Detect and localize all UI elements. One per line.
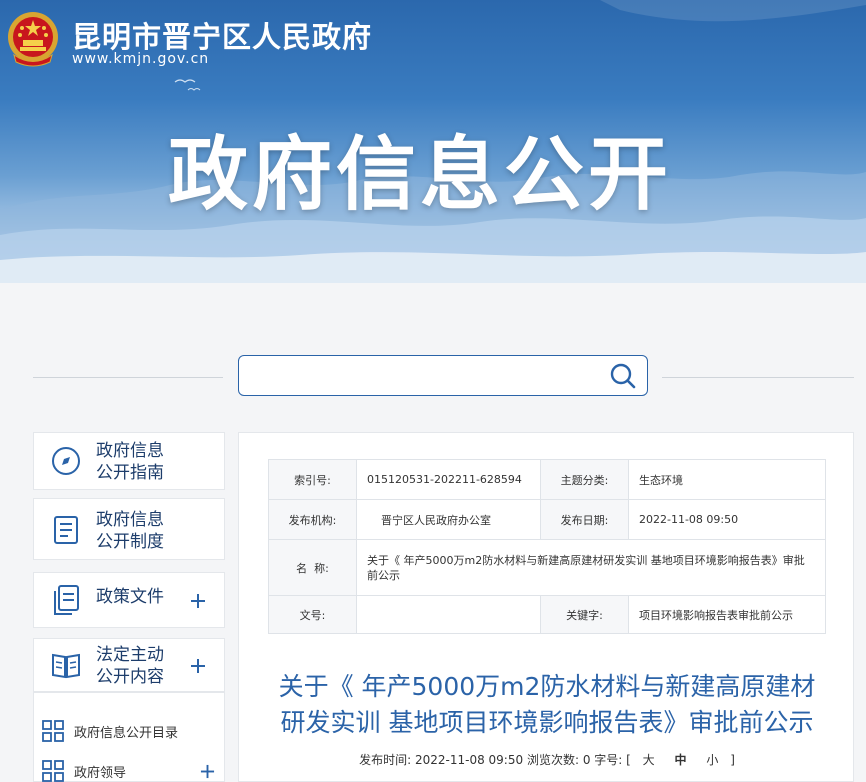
name-value: 关于《 年产5000万m2防水材料与新建高原建材研发实训 基地项目环境影响报告表… <box>356 539 826 596</box>
files-icon <box>54 585 79 615</box>
category-label: 主题分类: <box>540 459 629 500</box>
plus-icon[interactable] <box>200 764 215 779</box>
sidebar-item-label: 政府信息 <box>96 510 164 530</box>
pub-time-value: 2022-11-08 09:50 <box>414 753 524 767</box>
sidebar-item-label: 政府信息 <box>96 441 164 461</box>
doc-no-label: 文号: <box>268 595 357 634</box>
font-size-large-button[interactable]: 大 <box>643 753 655 767</box>
grid-icon <box>42 760 64 782</box>
banner-title: 政府信息公开 <box>168 128 672 221</box>
sidebar-item-label: 法定主动 <box>96 645 164 665</box>
submenu-item-leaders[interactable]: 政府领导 <box>40 759 220 782</box>
search-divider-right <box>662 377 854 378</box>
grid-icon <box>42 720 64 742</box>
article-title-line: 研发实训 基地项目环境影响报告表》审批前公示 <box>280 708 814 737</box>
header-banner: 昆明市晋宁区人民政府 www.kmjn.gov.cn 政府信息公开 <box>0 0 866 283</box>
index-no-value: 015120531-202211-628594 <box>356 459 541 500</box>
plus-icon[interactable] <box>190 593 206 609</box>
article-title-line: 关于《 年产5000万m2防水材料与新建高原建材 <box>278 672 816 701</box>
pub-date-label: 发布日期: <box>540 499 629 540</box>
sidebar-item-label: 政策文件 <box>96 587 164 607</box>
views-label: 浏览次数: <box>526 753 579 767</box>
book-icon <box>52 653 80 679</box>
search-input[interactable] <box>249 362 599 390</box>
font-size-label: 字号: <box>594 753 623 767</box>
publisher-label: 发布机构: <box>268 499 357 540</box>
sidebar-item-policy[interactable]: 政策文件 <box>33 572 225 628</box>
publish-info: 发布时间: 2022-11-08 09:50 浏览次数: 0 字号: [ 大 中… <box>239 751 855 768</box>
bracket-open: [ <box>626 753 631 767</box>
article-panel: 索引号: 015120531-202211-628594 主题分类: 生态环境 … <box>238 432 854 782</box>
search-icon[interactable] <box>609 362 637 390</box>
sidebar-item-label: 公开内容 <box>96 667 164 687</box>
article-title: 关于《 年产5000万m2防水材料与新建高原建材 研发实训 基地项目环境影响报告… <box>259 669 835 741</box>
sidebar-item-label: 公开制度 <box>96 532 164 552</box>
search-divider-left <box>33 377 223 378</box>
views-value: 0 <box>582 753 591 767</box>
submenu-item-catalog[interactable]: 政府信息公开目录 <box>40 719 220 743</box>
publisher-value: 晋宁区人民政府办公室 <box>356 499 541 540</box>
font-size-medium-button[interactable]: 中 <box>675 753 687 767</box>
submenu-item-label: 政府领导 <box>74 766 127 781</box>
site-url[interactable]: www.kmjn.gov.cn <box>72 51 209 67</box>
sidebar-item-label: 公开指南 <box>96 463 164 483</box>
keywords-label: 关键字: <box>540 595 629 634</box>
sidebar-submenu: 政府信息公开目录 政府领导 <box>33 692 225 782</box>
bracket-close: ] <box>730 753 735 767</box>
sidebar-item-system[interactable]: 政府信息 公开制度 <box>33 498 225 560</box>
font-size-small-button[interactable]: 小 <box>706 753 718 767</box>
submenu-item-label: 政府信息公开目录 <box>74 726 179 741</box>
doc-no-value <box>356 595 541 634</box>
plus-icon[interactable] <box>190 658 206 674</box>
compass-icon <box>52 447 80 475</box>
sidebar-item-statutory[interactable]: 法定主动 公开内容 <box>33 638 225 692</box>
pub-time-label: 发布时间: <box>359 753 412 767</box>
name-label: 名 称: <box>268 539 357 596</box>
national-emblem-icon <box>8 12 58 67</box>
category-value: 生态环境 <box>628 459 826 500</box>
metadata-table: 索引号: 015120531-202211-628594 主题分类: 生态环境 … <box>268 459 826 634</box>
pub-date-value: 2022-11-08 09:50 <box>628 499 826 540</box>
document-icon <box>54 516 78 544</box>
index-no-label: 索引号: <box>268 459 357 500</box>
keywords-value: 项目环境影响报告表审批前公示 <box>628 595 826 634</box>
search-box <box>238 355 648 396</box>
site-name[interactable]: 昆明市晋宁区人民政府 <box>72 14 372 56</box>
sidebar-item-guide[interactable]: 政府信息 公开指南 <box>33 432 225 490</box>
